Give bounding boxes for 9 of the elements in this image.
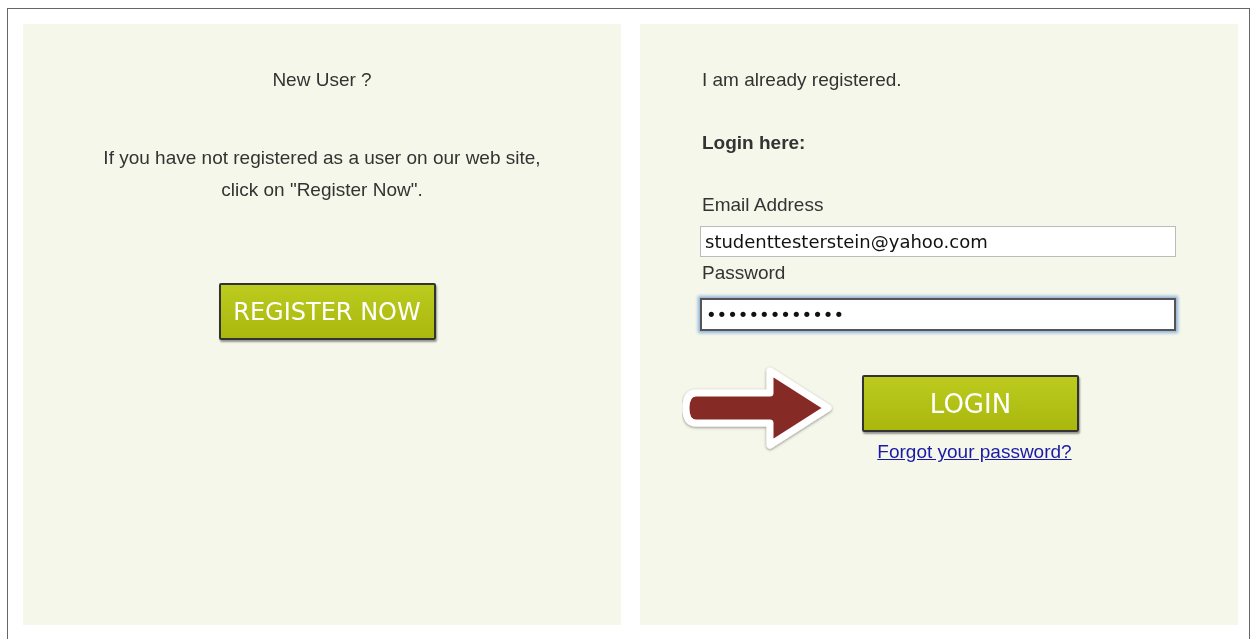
- login-heading: Login here:: [702, 131, 806, 156]
- registered-text: I am already registered.: [702, 68, 902, 92]
- new-user-heading: New User ?: [272, 68, 372, 92]
- email-field[interactable]: studenttesterstein@yahoo.com: [700, 226, 1176, 258]
- register-instructions: If you have not registered as a user on our web site, click on "Register Now".: [102, 146, 542, 202]
- field-label: Password: [702, 261, 786, 286]
- field-label: Email Address: [702, 192, 824, 217]
- forgot-password-link[interactable]: Forgot your password?: [877, 441, 1072, 464]
- password-field[interactable]: •••••••••••••: [700, 298, 1176, 332]
